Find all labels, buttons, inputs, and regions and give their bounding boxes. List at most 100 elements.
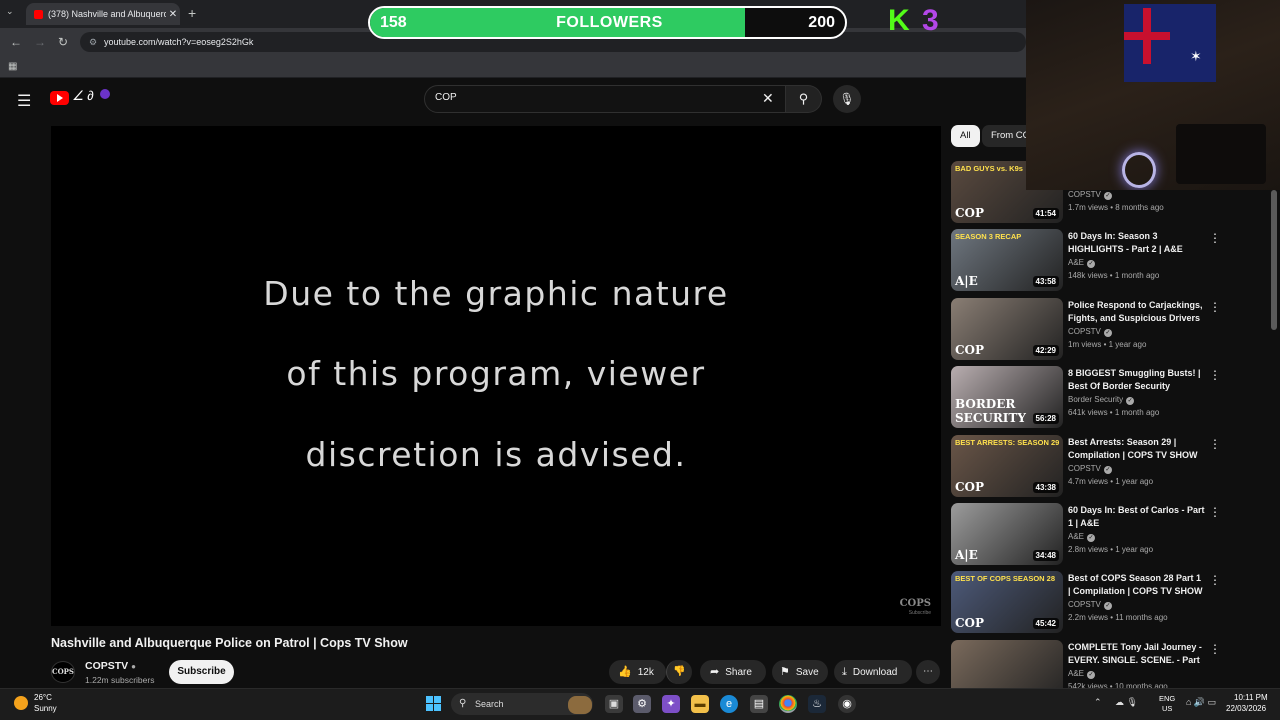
- video-thumbnail[interactable]: COP 42:29: [951, 298, 1063, 360]
- edge-browser-icon[interactable]: e: [720, 695, 738, 713]
- reload-icon[interactable]: ↻: [58, 35, 68, 49]
- recommended-video-title[interactable]: 60 Days In: Season 3 HIGHLIGHTS - Part 2…: [1068, 230, 1206, 256]
- channel-avatar[interactable]: COPS: [51, 661, 75, 683]
- like-count: 12k: [637, 667, 654, 678]
- recommended-channel[interactable]: COPSTV ✓: [1068, 327, 1112, 337]
- obs-icon[interactable]: ◉: [838, 695, 856, 713]
- recommended-video-title[interactable]: Best Arrests: Season 29 | Compilation | …: [1068, 436, 1206, 462]
- recommended-channel[interactable]: Border Security ✓: [1068, 395, 1135, 405]
- warning-line-2: of this program, viewer: [286, 354, 706, 393]
- tray-app-icons[interactable]: ☁ 🎙: [1115, 697, 1138, 708]
- more-vertical-icon[interactable]: ⋮: [1209, 231, 1221, 245]
- weather-sun-icon[interactable]: [14, 696, 28, 710]
- youtube-doodle-logo[interactable]: ∠ ∂: [72, 88, 110, 104]
- thumbnail-brand: COP: [955, 616, 985, 630]
- thumbnail-tag: BEST ARRESTS: SEASON 29: [955, 438, 1060, 447]
- verified-icon: ✓: [1103, 602, 1112, 610]
- back-arrow-icon[interactable]: ←: [10, 35, 22, 49]
- recommended-video[interactable]: SEASON 3 RECAP A|E 43:58 60 Days In: Season…: [951, 229, 1221, 291]
- recommended-channel[interactable]: COPSTV ✓: [1068, 600, 1112, 610]
- video-thumbnail[interactable]: BORDER SECURITY 56:28: [951, 366, 1063, 428]
- weather-temperature[interactable]: 26°C: [34, 693, 52, 702]
- recommended-video-title[interactable]: 60 Days In: Best of Carlos - Part 1 | A&…: [1068, 504, 1206, 530]
- clock-date[interactable]: 22/03/2026: [1226, 704, 1266, 713]
- recommended-video-title[interactable]: 8 BIGGEST Smuggling Busts! | Best Of Bor…: [1068, 367, 1206, 393]
- more-vertical-icon[interactable]: ⋮: [1209, 437, 1221, 451]
- recommended-video[interactable]: BEST OF COPS SEASON 28 COP 45:42 Best of CO…: [951, 571, 1221, 633]
- recommended-channel[interactable]: COPSTV ✓: [1068, 464, 1112, 474]
- search-button[interactable]: ⚲: [786, 85, 822, 113]
- start-button[interactable]: [426, 696, 441, 711]
- video-player[interactable]: Due to the graphic nature of this progra…: [51, 126, 941, 626]
- apps-grid-icon[interactable]: ▦: [8, 61, 17, 72]
- chip-all[interactable]: All: [951, 125, 980, 147]
- subscribe-button[interactable]: Subscribe: [169, 660, 234, 684]
- more-vertical-icon[interactable]: ⋮: [1209, 573, 1221, 587]
- video-duration: 42:29: [1032, 345, 1059, 356]
- weather-description[interactable]: Sunny: [34, 704, 57, 713]
- recommended-channel[interactable]: COPSTV ✓: [1068, 190, 1112, 200]
- microsoft-store-icon[interactable]: ▤: [750, 695, 768, 713]
- kick-logo: K 3: [888, 4, 941, 37]
- task-view-icon[interactable]: ▣: [605, 695, 623, 713]
- voice-search-button[interactable]: 🎙: [833, 85, 861, 113]
- copilot-icon[interactable]: ✦: [662, 695, 680, 713]
- tab-list-chevron-icon[interactable]: ⌄: [6, 6, 14, 17]
- channel-watermark[interactable]: COPS: [900, 598, 931, 609]
- more-actions-button[interactable]: ⋯: [916, 660, 940, 684]
- tab-title: (378) Nashville and Albuquerque: [48, 9, 166, 19]
- recommended-meta: 148k views • 1 month ago: [1068, 271, 1160, 280]
- thumbnail-brand: COP: [955, 480, 985, 494]
- recommended-video[interactable]: A|E 34:48 60 Days In: Best of Carlos - Par…: [951, 503, 1221, 565]
- language-indicator[interactable]: ENG: [1159, 694, 1175, 703]
- site-info-icon[interactable]: ⚙: [89, 32, 97, 52]
- share-button[interactable]: ➦ Share: [700, 660, 766, 684]
- video-thumbnail[interactable]: A|E 34:48: [951, 503, 1063, 565]
- recommended-channel[interactable]: A&E ✓: [1068, 669, 1096, 679]
- recommended-video[interactable]: BEST ARRESTS: SEASON 29 COP 43:38 Best Arre…: [951, 435, 1221, 497]
- forward-arrow-icon[interactable]: →: [34, 35, 46, 49]
- more-vertical-icon[interactable]: ⋮: [1209, 300, 1221, 314]
- clear-search-icon[interactable]: ✕: [762, 90, 774, 107]
- recommended-video-title[interactable]: Best of COPS Season 28 Part 1 | Compilat…: [1068, 572, 1206, 598]
- more-vertical-icon[interactable]: ⋮: [1209, 642, 1221, 656]
- recommended-channel[interactable]: A&E ✓: [1068, 258, 1096, 268]
- thumbnail-brand: COP: [955, 343, 985, 357]
- settings-gear-icon[interactable]: ⚙: [633, 695, 651, 713]
- dislike-button[interactable]: 👎: [666, 660, 692, 684]
- recommended-video-title[interactable]: Police Respond to Carjackings, Fights, a…: [1068, 299, 1206, 325]
- video-thumbnail[interactable]: SEASON 3 RECAP A|E 43:58: [951, 229, 1063, 291]
- more-vertical-icon[interactable]: ⋮: [1209, 368, 1221, 382]
- like-button[interactable]: 👍 12k: [609, 660, 666, 684]
- thumbs-down-icon: 👎: [673, 666, 686, 677]
- search-highlight-icon[interactable]: [568, 696, 592, 714]
- new-tab-icon[interactable]: +: [188, 5, 196, 21]
- hamburger-menu-icon[interactable]: ☰: [17, 91, 31, 111]
- save-button[interactable]: ⚑ Save: [772, 660, 828, 684]
- youtube-logo-icon[interactable]: [50, 91, 69, 105]
- chrome-icon[interactable]: [779, 695, 797, 713]
- tray-overflow-icon[interactable]: ⌃: [1094, 697, 1102, 708]
- search-input[interactable]: [435, 92, 755, 103]
- video-thumbnail[interactable]: BEST ARRESTS: SEASON 29 COP 43:38: [951, 435, 1063, 497]
- recommended-video[interactable]: COP 42:29 Police Respond to Carjackings, F…: [951, 298, 1221, 360]
- browser-tab-active[interactable]: (378) Nashville and Albuquerque ✕: [26, 3, 180, 25]
- close-tab-icon[interactable]: ✕: [166, 9, 180, 20]
- download-button[interactable]: ⤓ Download: [834, 660, 912, 684]
- recommended-channel[interactable]: A&E ✓: [1068, 532, 1096, 542]
- channel-name[interactable]: COPSTV ●: [85, 660, 136, 672]
- more-vertical-icon[interactable]: ⋮: [1209, 505, 1221, 519]
- clock-time[interactable]: 10:11 PM: [1234, 693, 1268, 702]
- thumbnail-tag: BEST OF COPS SEASON 28: [955, 574, 1056, 583]
- recommended-video-title[interactable]: COMPLETE Tony Jail Journey - EVERY. SING…: [1068, 641, 1206, 667]
- search-icon: ⚲: [798, 91, 809, 106]
- file-explorer-icon[interactable]: ▬: [691, 695, 709, 713]
- video-thumbnail[interactable]: BEST OF COPS SEASON 28 COP 45:42: [951, 571, 1063, 633]
- chip-from-channel[interactable]: From CO: [982, 125, 1026, 147]
- keyboard-layout[interactable]: US: [1162, 704, 1172, 713]
- recommended-meta: 4.7m views • 1 year ago: [1068, 477, 1154, 486]
- scrollbar[interactable]: [1271, 190, 1277, 330]
- recommended-video[interactable]: BORDER SECURITY 56:28 8 BIGGEST Smuggling …: [951, 366, 1221, 428]
- network-volume-battery-icons[interactable]: ⌂ 🔊 ▭: [1186, 697, 1216, 708]
- steam-icon[interactable]: ♨: [808, 695, 826, 713]
